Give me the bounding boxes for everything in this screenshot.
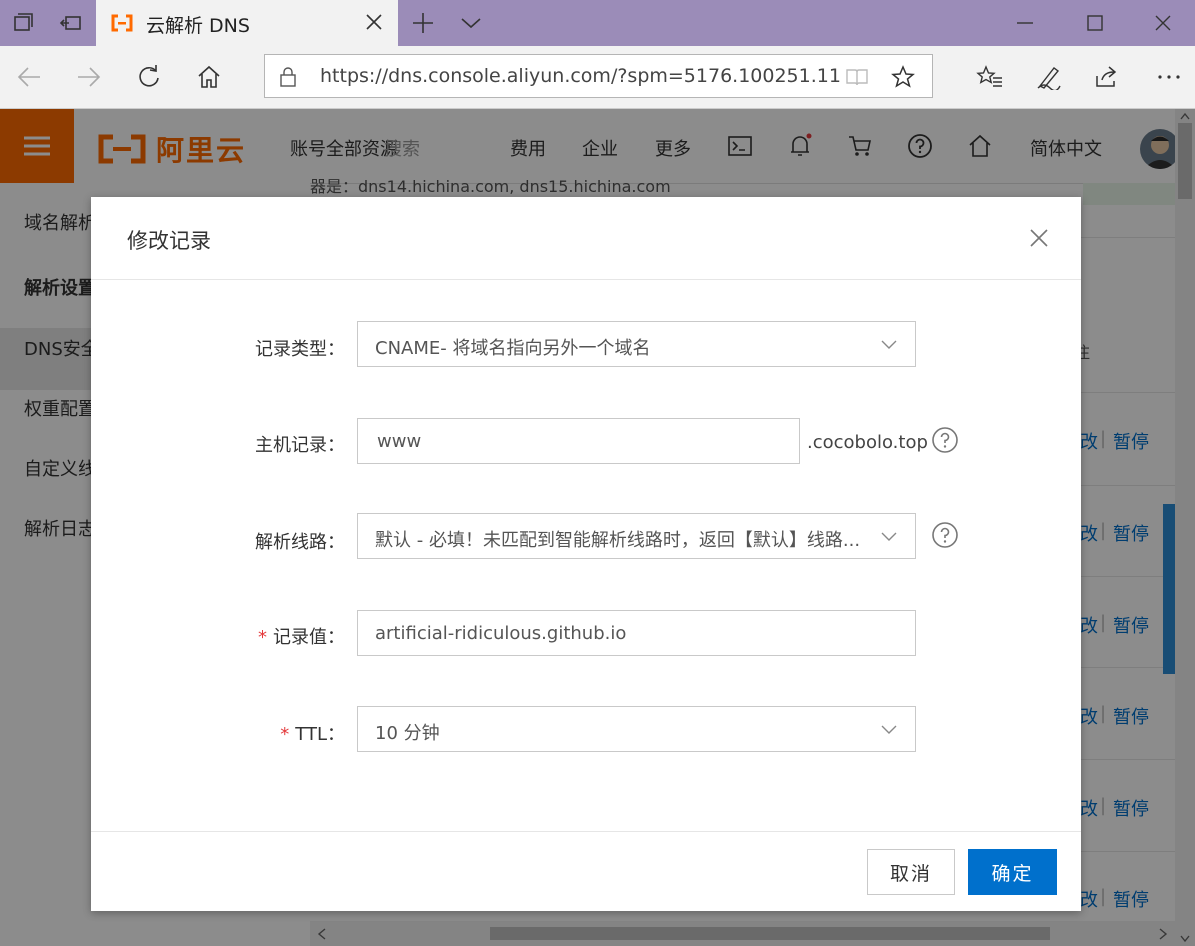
chevron-down-icon — [881, 725, 897, 734]
dialog-header: 修改记录 — [91, 197, 1081, 280]
lock-icon[interactable] — [279, 67, 297, 91]
tab-list-chevron-icon[interactable] — [460, 14, 482, 32]
browser-tab-active[interactable]: 云解析 DNS — [96, 0, 398, 46]
record-value-text[interactable]: artificial-ridiculous.github.io — [375, 623, 626, 644]
close-tab-icon[interactable] — [364, 12, 384, 32]
more-dots-icon[interactable] — [1156, 64, 1182, 90]
chevron-down-icon — [881, 340, 897, 349]
set-tabs-aside-icon[interactable] — [58, 10, 84, 36]
resolve-line-select[interactable]: 默认 - 必填！未匹配到智能解析线路时，返回【默认】线路... — [357, 513, 916, 559]
record-type-label: 记录类型： — [255, 339, 345, 360]
reading-view-icon[interactable] — [845, 67, 869, 91]
domain-suffix: .cocobolo.top — [807, 432, 928, 453]
chevron-down-icon — [881, 532, 897, 541]
tab-title: 云解析 DNS — [146, 15, 250, 37]
edit-record-dialog: 修改记录 记录类型： CNAME- 将域名指向另外一个域名 主机记录： www … — [91, 197, 1081, 911]
browser-nav-bar: https://dns.console.aliyun.com/?spm=5176… — [0, 46, 1195, 109]
host-record-value[interactable]: www — [377, 431, 421, 452]
record-type-value: CNAME- 将域名指向另外一个域名 — [375, 338, 651, 359]
tab-actions-icon[interactable] — [10, 10, 36, 36]
address-bar[interactable]: https://dns.console.aliyun.com/?spm=5176… — [264, 54, 933, 98]
pen-notes-icon[interactable] — [1036, 64, 1062, 92]
required-asterisk: * — [258, 627, 267, 648]
favorite-star-icon[interactable] — [891, 65, 915, 93]
close-dialog-icon[interactable] — [1029, 228, 1049, 248]
home-icon[interactable] — [196, 64, 222, 90]
forward-arrow-icon[interactable] — [76, 64, 102, 90]
help-circle-icon[interactable] — [931, 426, 959, 454]
host-record-input[interactable]: www — [357, 418, 800, 464]
ttl-select[interactable]: 10 分钟 — [357, 706, 916, 752]
url-text[interactable]: https://dns.console.aliyun.com/?spm=5176… — [320, 65, 840, 87]
minimize-window-icon[interactable] — [1012, 10, 1038, 36]
record-value-label: * 记录值： — [91, 623, 345, 649]
dialog-footer: 取消 确定 — [91, 831, 1081, 912]
aliyun-favicon-icon — [110, 13, 134, 33]
confirm-button[interactable]: 确定 — [968, 849, 1057, 895]
close-window-icon[interactable] — [1150, 10, 1176, 36]
ttl-label: * TTL： — [91, 720, 345, 746]
new-tab-plus-icon[interactable] — [412, 12, 434, 34]
share-icon[interactable] — [1094, 64, 1120, 90]
required-asterisk: * — [280, 724, 290, 745]
resolve-line-value: 默认 - 必填！未匹配到智能解析线路时，返回【默认】线路... — [375, 530, 861, 551]
record-value-label-text: 记录值： — [273, 627, 345, 648]
dialog-title: 修改记录 — [127, 229, 211, 253]
refresh-icon[interactable] — [136, 64, 162, 90]
browser-tab-bar: 云解析 DNS — [0, 0, 1195, 46]
host-record-label: 主机记录： — [255, 435, 345, 456]
ttl-label-text: TTL： — [295, 724, 345, 745]
ttl-value: 10 分钟 — [375, 723, 440, 744]
record-value-input[interactable]: artificial-ridiculous.github.io — [357, 610, 916, 656]
maximize-window-icon[interactable] — [1082, 10, 1108, 36]
resolve-line-label: 解析线路： — [255, 532, 345, 553]
cancel-button[interactable]: 取消 — [867, 849, 955, 895]
favorites-list-icon[interactable] — [976, 64, 1002, 90]
record-type-select[interactable]: CNAME- 将域名指向另外一个域名 — [357, 321, 916, 367]
help-circle-icon[interactable] — [931, 521, 959, 549]
back-arrow-icon[interactable] — [16, 64, 42, 90]
